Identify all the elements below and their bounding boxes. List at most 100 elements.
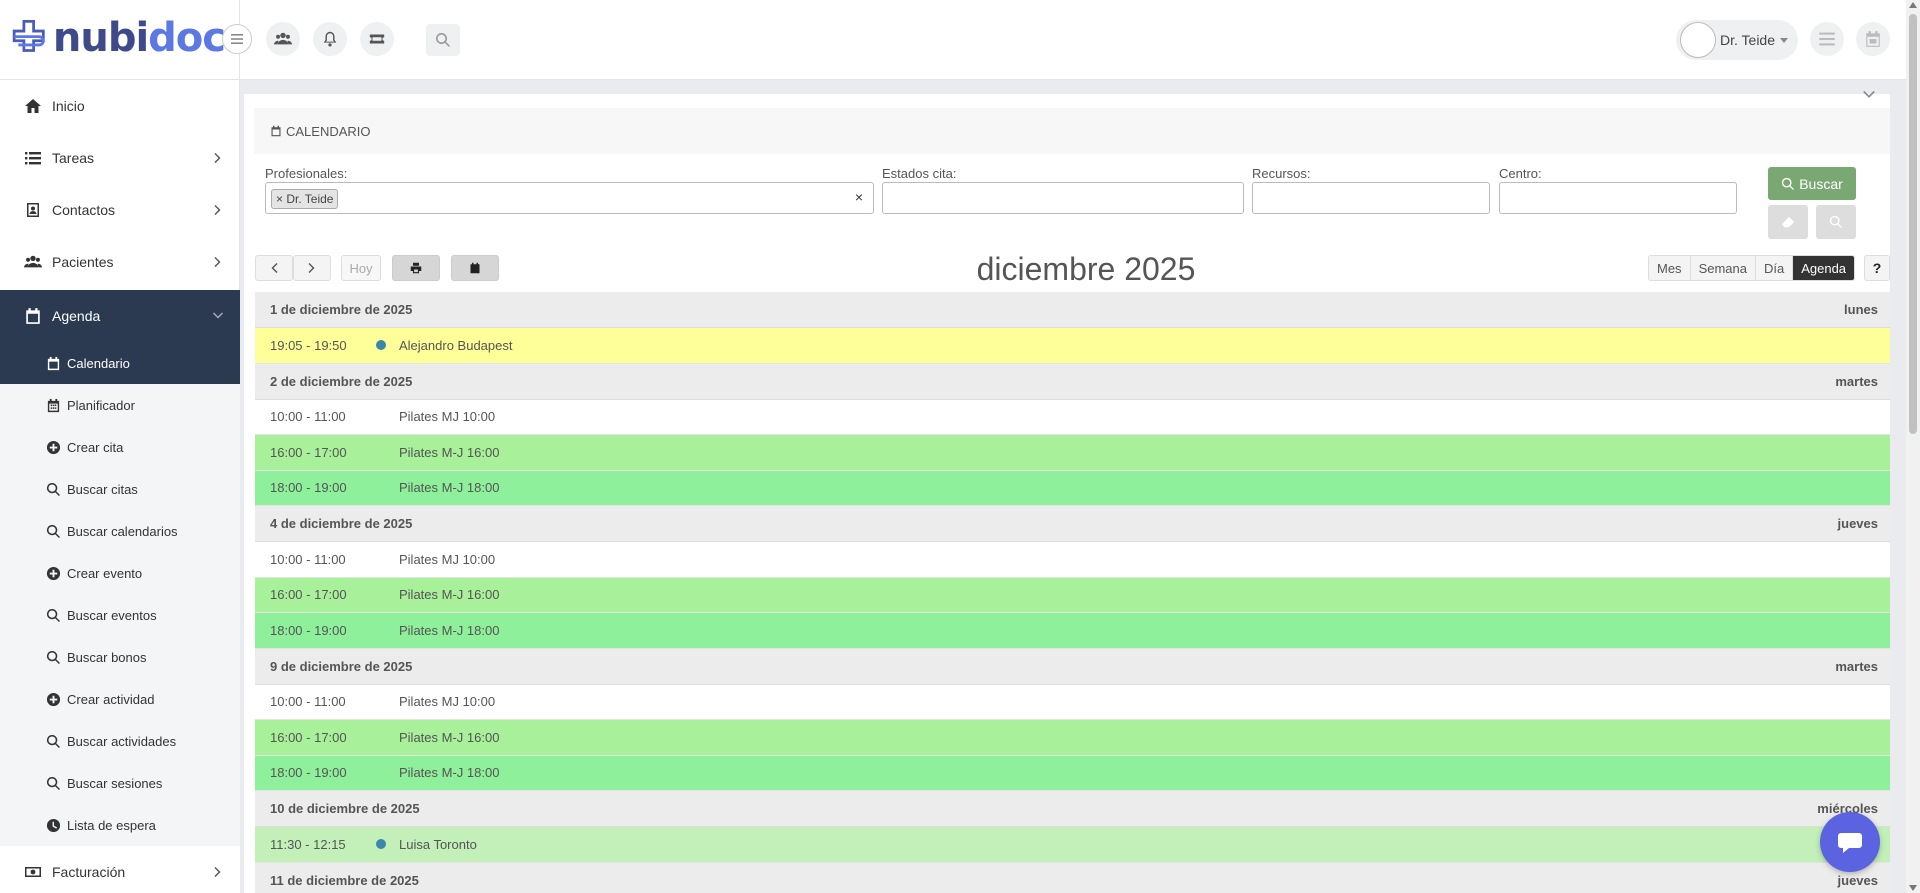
view-switcher: Mes Semana Día Agenda <box>1648 255 1856 281</box>
agenda-event-row[interactable]: 16:00 - 17:00 Pilates M-J 16:00 <box>255 720 1890 756</box>
clear-filters-button[interactable] <box>1768 205 1808 239</box>
sidebar-subitem-buscar-citas[interactable]: Buscar citas <box>0 468 240 510</box>
month-title: diciembre 2025 <box>976 251 1196 287</box>
nubidoc-logo[interactable]: nubidoc <box>10 9 226 67</box>
hamburger-icon <box>231 34 243 44</box>
sidebar-subitem-label: Buscar citas <box>67 481 138 497</box>
sidebar-item-pacientes[interactable]: Pacientes <box>0 236 240 288</box>
agenda-day-header: 11 de diciembre de 2025 jueves <box>255 862 1890 893</box>
users-button[interactable] <box>266 22 300 56</box>
sidebar-item-tareas[interactable]: Tareas <box>0 132 240 184</box>
agenda-event-title[interactable]: Pilates M-J 18:00 <box>399 765 499 780</box>
sidebar-subitem-crear-cita[interactable]: Crear cita <box>0 426 240 468</box>
view-day-button[interactable]: Día <box>1755 256 1794 280</box>
sidebar-subitem-label: Lista de espera <box>67 817 156 833</box>
agenda-event-row[interactable]: 11:30 - 12:15 Luisa Toronto <box>255 827 1890 863</box>
profesionales-select[interactable]: × Dr. Teide × <box>265 182 874 214</box>
agenda-list: 1 de diciembre de 2025 lunes 19:05 - 19:50… <box>255 292 1890 893</box>
sidebar-item-contactos[interactable]: Contactos <box>0 184 240 236</box>
agenda-day-header: 4 de diciembre de 2025 jueves <box>255 506 1890 542</box>
agenda-event-row[interactable]: 18:00 - 19:00 Pilates M-J 18:00 <box>255 755 1890 791</box>
sidebar-toggle-button[interactable] <box>222 24 252 54</box>
calendar-shortcut-button[interactable] <box>1856 22 1890 56</box>
advanced-search-button[interactable] <box>1816 205 1856 239</box>
recursos-select[interactable] <box>1252 182 1490 214</box>
next-button[interactable] <box>293 255 331 281</box>
sidebar-subitem-buscar-actividades[interactable]: Buscar actividades <box>0 720 240 762</box>
agenda-event-title[interactable]: Pilates M-J 16:00 <box>399 730 499 745</box>
agenda-event-title[interactable]: Pilates M-J 16:00 <box>399 587 499 602</box>
print-button[interactable] <box>392 255 440 281</box>
chat-button[interactable] <box>1820 812 1880 872</box>
agenda-event-title[interactable]: Pilates M-J 16:00 <box>399 445 499 460</box>
agenda-event-row[interactable]: 16:00 - 17:00 Pilates M-J 16:00 <box>255 435 1890 471</box>
options-button[interactable] <box>1810 22 1844 56</box>
sidebar-subitem-buscar-calendarios[interactable]: Buscar calendarios <box>0 510 240 552</box>
scroll-down-icon[interactable] <box>1909 885 1917 891</box>
today-button[interactable]: Hoy <box>341 255 381 281</box>
agenda-event-row[interactable]: 18:00 - 19:00 Pilates M-J 18:00 <box>255 613 1890 649</box>
centro-label: Centro: <box>1499 166 1542 181</box>
sidebar-item-facturacion[interactable]: Facturación <box>0 846 240 893</box>
scroll-thumb[interactable] <box>1909 14 1917 434</box>
recursos-label: Recursos: <box>1252 166 1311 181</box>
calendar-icon <box>26 308 40 324</box>
agenda-day-date: 11 de diciembre de 2025 <box>270 872 419 888</box>
sidebar-subitem-buscar-sesiones[interactable]: Buscar sesiones <box>0 762 240 804</box>
sidebar-item-label: Inicio <box>52 98 85 114</box>
ticket-icon <box>369 34 385 44</box>
page-scrollbar[interactable] <box>1906 0 1920 893</box>
sidebar-subitem-crear-actividad[interactable]: Crear actividad <box>0 678 240 720</box>
agenda-event-row[interactable]: 19:05 - 19:50 Alejandro Budapest <box>255 328 1890 364</box>
sidebar-item-agenda[interactable]: Agenda <box>0 290 240 342</box>
agenda-event-title[interactable]: Pilates MJ 10:00 <box>399 409 495 424</box>
centro-select[interactable] <box>1499 182 1737 214</box>
view-agenda-button[interactable]: Agenda <box>1793 256 1855 280</box>
sidebar-subitem-label: Buscar actividades <box>67 733 177 749</box>
agenda-event-title[interactable]: Pilates MJ 10:00 <box>399 552 495 567</box>
search-icon <box>46 482 60 496</box>
sidebar-subitem-buscar-eventos[interactable]: Buscar eventos <box>0 594 240 636</box>
global-search-button[interactable] <box>426 24 460 56</box>
sidebar-item-label: Agenda <box>52 308 101 324</box>
collapse-chevron-icon[interactable] <box>1862 88 1876 102</box>
sidebar-subitem-calendario[interactable]: Calendario <box>0 342 240 384</box>
agenda-event-title[interactable]: Pilates M-J 18:00 <box>399 480 499 495</box>
tickets-button[interactable] <box>360 22 394 56</box>
agenda-event-row[interactable]: 10:00 - 11:00 Pilates MJ 10:00 <box>255 542 1890 578</box>
agenda-event-row[interactable]: 10:00 - 11:00 Pilates MJ 10:00 <box>255 399 1890 435</box>
grid-calendar-icon <box>47 398 60 412</box>
view-month-button[interactable]: Mes <box>1649 256 1691 280</box>
sidebar-subitem-buscar-bonos[interactable]: Buscar bonos <box>0 636 240 678</box>
caret-down-icon <box>1780 37 1788 43</box>
buscar-button-label: Buscar <box>1799 175 1843 192</box>
agenda-event-title[interactable]: Alejandro Budapest <box>399 338 512 353</box>
view-week-button[interactable]: Semana <box>1690 256 1756 280</box>
agenda-event-title[interactable]: Luisa Toronto <box>399 837 477 852</box>
help-button[interactable]: ? <box>1864 255 1890 281</box>
scroll-up-icon[interactable] <box>1909 2 1917 8</box>
agenda-event-row[interactable]: 10:00 - 11:00 Pilates MJ 10:00 <box>255 684 1890 720</box>
agenda-event-row[interactable]: 16:00 - 17:00 Pilates M-J 16:00 <box>255 577 1890 613</box>
sidebar-subitem-lista-espera[interactable]: Lista de espera <box>0 804 240 846</box>
profesional-tag[interactable]: × Dr. Teide <box>271 189 339 209</box>
agenda-event-row[interactable]: 18:00 - 19:00 Pilates M-J 18:00 <box>255 470 1890 506</box>
sidebar-item-inicio[interactable]: Inicio <box>0 80 240 132</box>
agenda-event-time: 16:00 - 17:00 <box>270 729 347 745</box>
user-menu[interactable]: Dr. Teide <box>1676 20 1798 60</box>
sidebar-subitem-planificador[interactable]: Planificador <box>0 384 240 426</box>
date-picker-button[interactable] <box>451 255 499 281</box>
buscar-button[interactable]: Buscar <box>1768 167 1856 200</box>
estados-cita-select[interactable] <box>882 182 1244 214</box>
sidebar-subitem-crear-evento[interactable]: Crear evento <box>0 552 240 594</box>
prev-button[interactable] <box>255 255 293 281</box>
agenda-day-weekday: martes <box>1835 373 1878 389</box>
agenda-day-weekday: martes <box>1835 658 1878 674</box>
sidebar-item-label: Pacientes <box>52 254 114 270</box>
clear-selection-icon[interactable]: × <box>855 189 863 205</box>
chevron-down-icon <box>213 312 223 319</box>
notifications-button[interactable] <box>313 22 347 56</box>
chevron-right-icon <box>308 263 315 273</box>
agenda-event-title[interactable]: Pilates M-J 18:00 <box>399 623 499 638</box>
agenda-event-title[interactable]: Pilates MJ 10:00 <box>399 694 495 709</box>
